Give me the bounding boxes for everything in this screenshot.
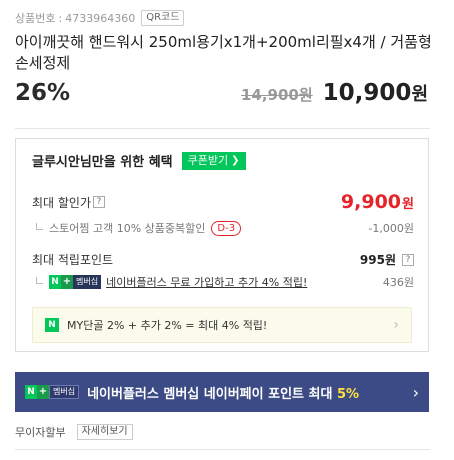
product-number-value: 4733964360 bbox=[65, 11, 136, 25]
get-coupon-label: 쿠폰받기 bbox=[187, 153, 229, 167]
product-title: 아이깨끗해 핸드워시 250ml용기x1개+200ml리필x4개 / 거품형 손… bbox=[15, 33, 432, 72]
points-value: 995원 bbox=[359, 253, 396, 267]
discount-rate: 26% bbox=[15, 80, 71, 106]
chevron-right-icon: › bbox=[412, 382, 419, 402]
naver-plus-membership-badge: N + 멤버십 bbox=[49, 275, 102, 289]
original-price: 14,900원 bbox=[240, 86, 313, 104]
naver-n-icon: N bbox=[45, 318, 59, 332]
chevron-right-icon: › bbox=[393, 317, 399, 333]
banner-text: 네이버플러스 멤버십 네이버페이 포인트 최대 5% bbox=[87, 383, 413, 402]
store-coupon-row: 스토어찜 고객 10% 상품중복할인 D-3 -1,000원 bbox=[32, 220, 414, 236]
get-coupon-button[interactable]: 쿠폰받기 ❯ bbox=[181, 151, 246, 170]
naver-plus-value: 436원 bbox=[382, 276, 414, 289]
naver-plus-signup-link[interactable]: 네이버플러스 무료 가입하고 추가 4% 적립! bbox=[106, 274, 307, 290]
max-discount-row: 최대 할인가 ? 9,900 원 bbox=[32, 191, 414, 213]
my-regular-text: MY단골 2% + 추가 2% = 최대 4% 적립! bbox=[67, 319, 268, 332]
naver-plus-row: N + 멤버십 네이버플러스 무료 가입하고 추가 4% 적립! 436원 bbox=[32, 274, 414, 290]
points-label: 최대 적립포인트 bbox=[32, 253, 114, 267]
tree-elbow-icon bbox=[36, 222, 43, 230]
price-block: 14,900원 10,900 원 bbox=[241, 80, 428, 106]
product-number-separator: : bbox=[58, 11, 63, 25]
naver-n-icon: N bbox=[25, 385, 37, 399]
section-divider bbox=[15, 128, 430, 129]
banner-highlight: 5% bbox=[336, 386, 360, 402]
max-discount-price-value: 9,900 bbox=[340, 191, 402, 213]
plus-icon: + bbox=[61, 275, 73, 289]
sale-price-unit: 원 bbox=[411, 84, 428, 105]
store-coupon-label: 스토어찜 고객 10% 상품중복할인 bbox=[49, 222, 206, 235]
sale-price: 10,900 bbox=[322, 80, 412, 106]
product-number-label: 상품번호 bbox=[15, 12, 56, 25]
membership-label: 멤버십 bbox=[49, 385, 80, 399]
product-number-row: 상품번호 : 4733964360 QR코드 bbox=[15, 9, 185, 27]
naver-plus-banner[interactable]: N + 멤버십 네이버플러스 멤버십 네이버페이 포인트 최대 5% › bbox=[15, 372, 429, 412]
naver-n-icon: N bbox=[49, 275, 61, 289]
chevron-right-icon: ❯ bbox=[231, 154, 240, 166]
installment-detail-button[interactable]: 자세히보기 bbox=[76, 424, 133, 440]
max-discount-label-wrap: 최대 할인가 ? bbox=[32, 194, 106, 211]
points-value-wrap: 995원 ? bbox=[360, 251, 414, 268]
my-regular-box[interactable]: N MY단골 2% + 추가 2% = 최대 4% 적립! › bbox=[32, 307, 412, 343]
installment-row: 무이자할부 자세히보기 bbox=[15, 424, 133, 440]
benefit-header: 글루시안님만을 위한 혜택 쿠폰받기 ❯ bbox=[32, 151, 246, 170]
max-discount-label: 최대 할인가 bbox=[32, 195, 92, 210]
store-coupon-value: -1,000원 bbox=[368, 222, 414, 235]
benefit-title: 글루시안님만을 위한 혜택 bbox=[32, 155, 173, 170]
bottom-divider bbox=[15, 449, 430, 450]
max-discount-price: 9,900 원 bbox=[341, 191, 414, 213]
qr-code-button[interactable]: QR코드 bbox=[141, 10, 185, 26]
banner-text-main: 네이버플러스 멤버십 네이버페이 포인트 최대 bbox=[87, 386, 337, 402]
max-discount-price-unit: 원 bbox=[402, 197, 414, 212]
help-icon[interactable]: ? bbox=[402, 253, 414, 266]
naver-plus-membership-badge: N + 멤버십 bbox=[25, 385, 80, 399]
tree-elbow-icon bbox=[36, 276, 43, 284]
help-icon[interactable]: ? bbox=[93, 196, 106, 208]
benefit-box: 글루시안님만을 위한 혜택 쿠폰받기 ❯ 최대 할인가 ? 9,900 원 스토… bbox=[15, 138, 429, 352]
installment-label: 무이자할부 bbox=[15, 426, 66, 439]
naver-plus-label-wrap: N + 멤버십 네이버플러스 무료 가입하고 추가 4% 적립! bbox=[32, 274, 307, 290]
plus-icon: + bbox=[37, 385, 49, 399]
membership-label: 멤버십 bbox=[73, 275, 102, 289]
store-coupon-label-wrap: 스토어찜 고객 10% 상품중복할인 D-3 bbox=[32, 220, 242, 236]
d-day-badge: D-3 bbox=[211, 220, 242, 236]
points-row: 최대 적립포인트 995원 ? bbox=[32, 251, 414, 268]
